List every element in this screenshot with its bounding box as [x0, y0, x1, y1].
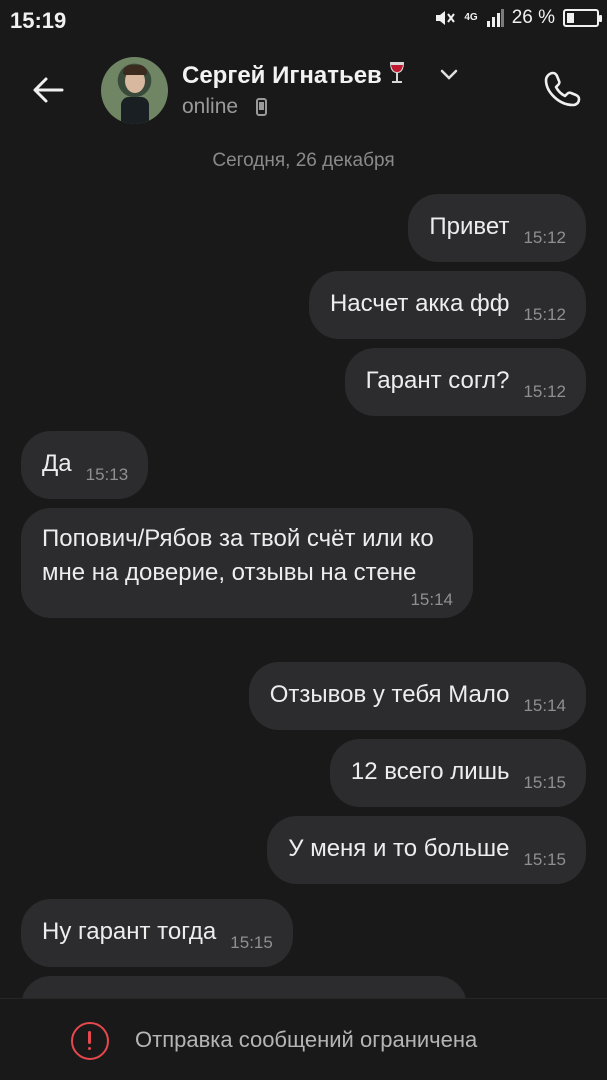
contact-status: online — [182, 95, 239, 118]
network-type: 4G — [464, 12, 478, 23]
messaging-restricted-notice: Отправка сообщений ограничена — [135, 1027, 478, 1052]
message-time: 15:12 — [523, 305, 566, 324]
wine-glass-icon — [389, 62, 404, 83]
message-bubble-outgoing[interactable]: Насчет акка фф 15:12 — [308, 271, 586, 339]
message-time: 15:15 — [230, 933, 273, 952]
back-arrow-icon[interactable] — [28, 70, 68, 110]
message-bubble-incoming[interactable]: Ну гарант тогда 15:15 — [21, 899, 293, 967]
chevron-down-icon[interactable] — [439, 68, 459, 82]
message-bubble-outgoing[interactable]: Гарант согл? 15:12 — [344, 348, 586, 416]
message-time: 15:12 — [523, 382, 566, 401]
status-time: 15:19 — [10, 8, 67, 33]
message-time: 15:15 — [523, 850, 566, 869]
battery-fill — [567, 13, 574, 23]
message-time: 15:15 — [523, 773, 566, 792]
phone-call-icon[interactable] — [543, 68, 583, 108]
chat-header: Сергей Игнатьев online — [0, 50, 607, 130]
message-bubble-outgoing[interactable]: У меня и то больше 15:15 — [267, 816, 586, 884]
date-separator: Сегодня, 26 декабря — [212, 150, 395, 171]
message-text: Ну гарант тогда — [42, 918, 217, 945]
message-text: Попович/Рябов за твой счёт или ко мне на… — [42, 525, 434, 586]
message-time: 15:14 — [410, 590, 453, 609]
message-text: 12 всего лишь — [350, 758, 510, 785]
message-text: Привет — [429, 213, 510, 240]
message-time: 15:12 — [523, 228, 566, 247]
message-bubble-outgoing[interactable]: Привет 15:12 — [408, 194, 586, 262]
message-text: Гарант согл? — [365, 367, 510, 394]
mute-icon — [436, 11, 456, 25]
message-text: Да — [42, 450, 72, 477]
contact-name-row[interactable]: Сергей Игнатьев — [182, 61, 406, 90]
message-text: У меня и то больше — [288, 835, 510, 862]
contact-name: Сергей Игнатьев — [182, 62, 382, 89]
message-list[interactable]: Сегодня, 26 декабря Привет 15:12 Насчет а… — [0, 140, 607, 998]
message-bubble-incoming-partial[interactable] — [21, 976, 467, 998]
message-bubble-outgoing[interactable]: 12 всего лишь 15:15 — [329, 739, 586, 807]
battery-icon — [563, 9, 602, 27]
status-icons: 4G 26 % — [434, 7, 602, 29]
signal-icon — [486, 9, 504, 27]
message-bubble-incoming[interactable]: Попович/Рябов за твой счёт или ко мне на… — [21, 508, 473, 618]
message-text: Отзывов у тебя Мало — [269, 681, 510, 708]
message-text: Насчет акка фф — [329, 290, 510, 317]
compose-bar-restricted: Отправка сообщений ограничена — [0, 998, 607, 1080]
message-time: 15:14 — [523, 696, 566, 715]
avatar[interactable] — [101, 57, 168, 124]
message-bubble-incoming[interactable]: Да 15:13 — [21, 431, 149, 499]
message-bubble-outgoing[interactable]: Отзывов у тебя Мало 15:14 — [248, 662, 586, 730]
warning-icon — [71, 1022, 109, 1060]
message-time: 15:13 — [85, 465, 129, 484]
battery-percent: 26 % — [511, 7, 555, 28]
mobile-device-icon — [256, 98, 267, 116]
status-bar: 15:19 4G 26 % — [0, 0, 607, 44]
